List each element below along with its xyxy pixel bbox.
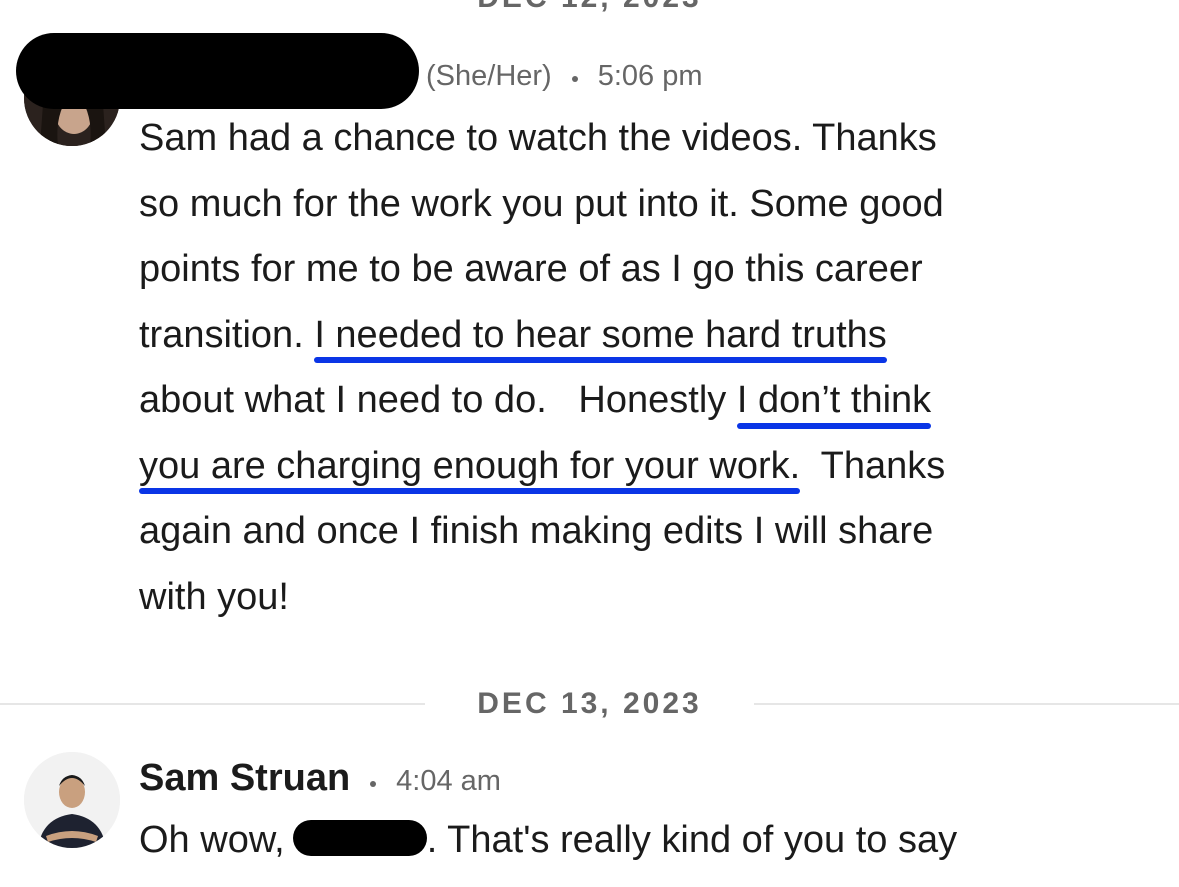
message-line: transition. I needed to hear some hard t… xyxy=(139,303,1139,369)
sender-avatar[interactable] xyxy=(24,752,120,848)
message-text: Sam had a chance to watch the videos. Th… xyxy=(139,106,1139,630)
message-line: you are charging enough for your work. T… xyxy=(139,434,1139,500)
sender-name[interactable]: Sam Struan xyxy=(139,757,350,799)
message-text: Oh wow,. That's really kind of you to sa… xyxy=(139,808,1139,874)
message-timestamp: 5:06 pm xyxy=(597,60,703,92)
divider-line xyxy=(0,703,425,705)
message-line: so much for the work you put into it. So… xyxy=(139,182,944,225)
message-line: again and once I finish making edits I w… xyxy=(139,510,934,552)
redacted-name xyxy=(292,819,427,856)
message-line: Sam had a chance to watch the videos. Th… xyxy=(139,117,937,159)
message-line: about what I need to do. Honestly I don’… xyxy=(139,368,1139,434)
highlighted-phrase: I don’t think xyxy=(736,368,932,434)
date-label: DEC 12, 2023 xyxy=(425,0,754,18)
highlighted-phrase: you are charging enough for your work. xyxy=(139,434,801,500)
highlighted-phrase: I needed to hear some hard truths xyxy=(314,303,888,369)
message-line: with you! xyxy=(139,575,289,618)
message-meta: (She/Her) 5:06 pm xyxy=(426,56,703,96)
message-timestamp: 4:04 am xyxy=(396,765,501,797)
separator-dot xyxy=(370,780,377,787)
date-divider: DEC 12, 2023 xyxy=(0,0,1179,18)
divider-line xyxy=(754,703,1179,705)
date-label: DEC 13, 2023 xyxy=(477,687,702,720)
message-line: Oh wow,. That's really kind of you to sa… xyxy=(139,819,958,861)
date-divider: DEC 13, 2023 xyxy=(0,684,1179,724)
sender-pronouns: (She/Her) xyxy=(426,60,552,92)
separator-dot xyxy=(571,75,578,82)
message-thread: DEC 12, 2023 (She/Her) 5:06 pm Sam had a … xyxy=(0,0,1179,887)
avatar-photo-icon xyxy=(24,752,120,848)
redacted-sender-name xyxy=(16,33,419,109)
message-line: points for me to be aware of as I go thi… xyxy=(139,248,923,290)
message-meta: Sam Struan 4:04 am xyxy=(139,758,501,798)
